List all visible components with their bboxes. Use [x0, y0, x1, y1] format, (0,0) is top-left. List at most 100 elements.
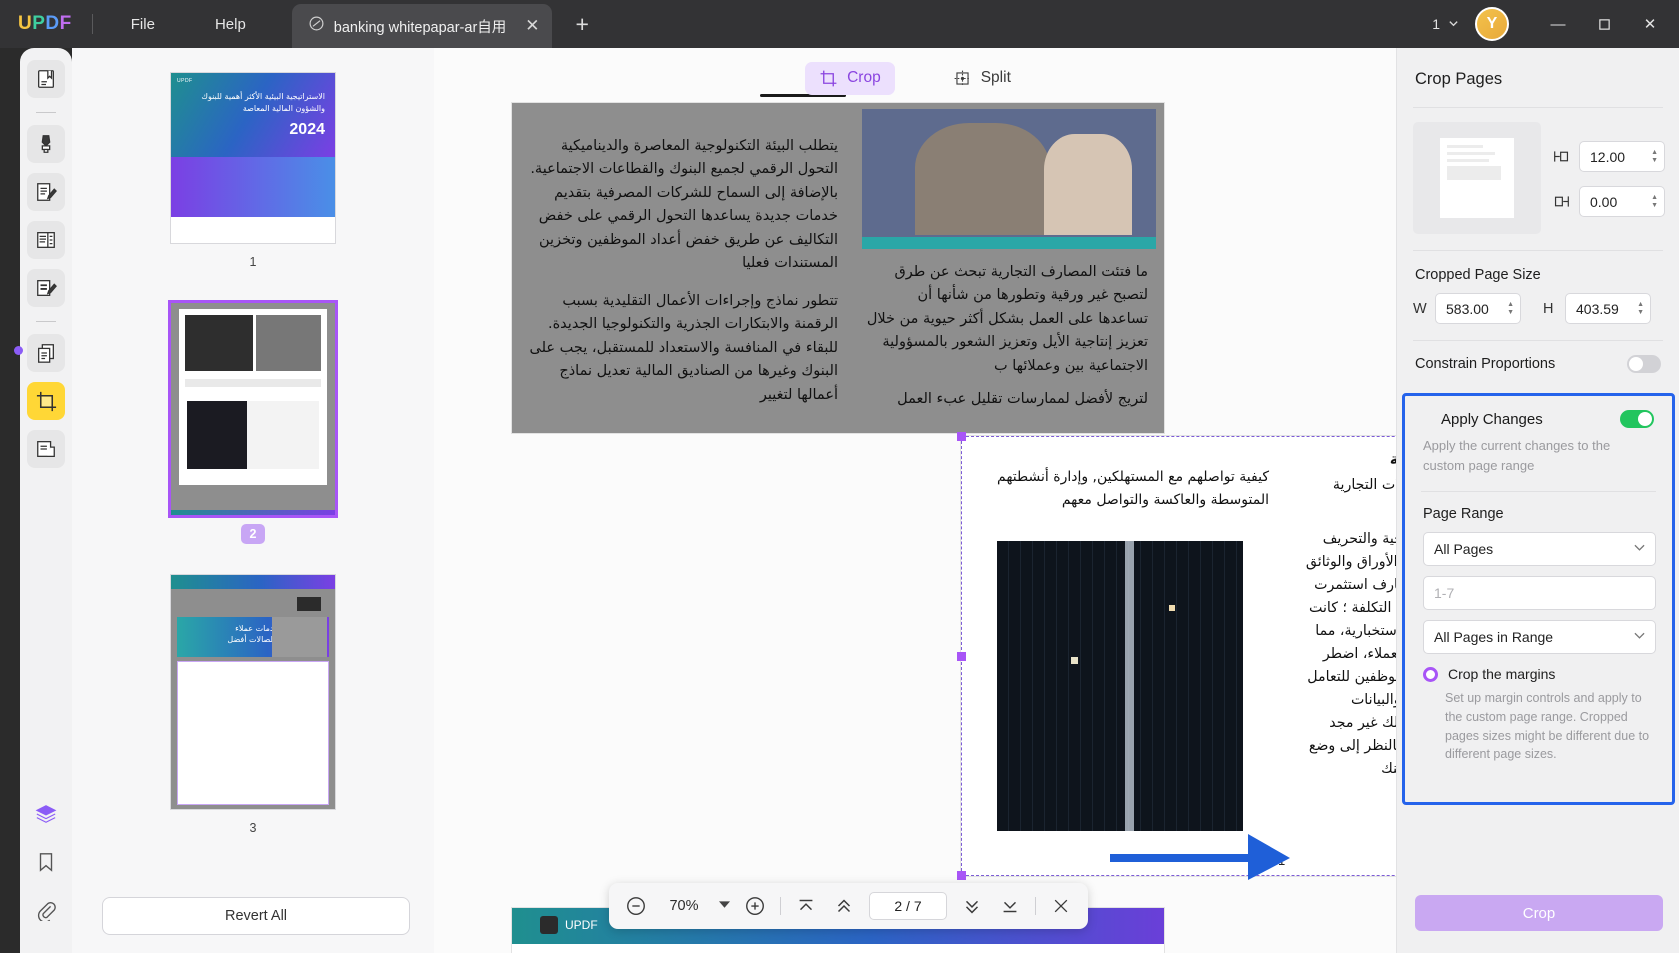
- thumb1-logo: UPDF: [177, 78, 193, 84]
- apply-changes-section: Apply Changes Apply the current changes …: [1402, 393, 1675, 805]
- chevron-down-icon: [1448, 16, 1459, 32]
- tab-split[interactable]: Split: [939, 62, 1025, 95]
- toolbar-separator-1: [780, 897, 781, 915]
- new-tab-button[interactable]: +: [576, 11, 589, 38]
- close-icon[interactable]: [1048, 893, 1074, 919]
- view-mode-selector[interactable]: 1: [1432, 16, 1459, 32]
- thumbnail-item-3[interactable]: خدمات عملاءوالصالات أفضل 3: [72, 560, 434, 838]
- sidebar-item-edit[interactable]: [27, 173, 65, 211]
- radio-button-selected[interactable]: [1423, 667, 1438, 682]
- sidebar-item-attachment[interactable]: [27, 891, 65, 929]
- sidebar-item-crop[interactable]: [27, 382, 65, 420]
- thumbnail-label-2: 2: [241, 524, 266, 544]
- copy-pages-icon: [35, 342, 57, 364]
- prev-left-p2: تتطور نماذج وإجراءات الأعمال التقليدية ب…: [522, 290, 838, 407]
- close-icon[interactable]: ✕: [525, 16, 539, 36]
- thumbnail-panel: UPDF الاستراتيجية البيئية الأكثر أهمية ل…: [72, 48, 434, 953]
- crop-handle-middle-left[interactable]: [957, 652, 966, 661]
- window-close-button[interactable]: ✕: [1627, 0, 1673, 48]
- logo-letter-p: P: [32, 13, 45, 35]
- page-range-select[interactable]: All Pages: [1423, 532, 1656, 566]
- width-stepper[interactable]: ▲▼: [1507, 302, 1514, 316]
- maximize-button[interactable]: [1581, 0, 1627, 48]
- next-page-logo: UPDF: [565, 918, 598, 932]
- logo-letter-d: D: [45, 13, 59, 35]
- toolbar-separator-2: [1035, 897, 1036, 915]
- thumbnail-page-2[interactable]: [170, 302, 336, 516]
- thumbnail-page-3[interactable]: خدمات عملاءوالصالات أفضل: [170, 574, 336, 810]
- menu-file[interactable]: File: [115, 10, 171, 39]
- margin-right-row: 0.00 ▲▼: [1551, 186, 1665, 217]
- crop-handle-top-left[interactable]: [957, 432, 966, 441]
- constrain-proportions-toggle[interactable]: [1627, 355, 1661, 373]
- thumbnail-item-1[interactable]: UPDF الاستراتيجية البيئية الأكثر أهمية ل…: [72, 58, 434, 272]
- zoom-in-icon[interactable]: [742, 893, 768, 919]
- thumb1-header: UPDF الاستراتيجية البيئية الأكثر أهمية ل…: [171, 73, 335, 157]
- apply-changes-description: Apply the current changes to the custom …: [1405, 428, 1672, 475]
- marker-pen-icon: [35, 133, 57, 155]
- crop-margins-description: Set up margin controls and apply to the …: [1405, 682, 1672, 764]
- tab-crop[interactable]: Crop: [805, 62, 895, 95]
- cropped-size-row: W 583.00 ▲▼ H 403.59 ▲▼: [1397, 283, 1679, 324]
- margin-left-input[interactable]: 12.00 ▲▼: [1579, 141, 1665, 172]
- page-indicator[interactable]: 2 / 7: [869, 892, 947, 920]
- menu-help[interactable]: Help: [199, 10, 262, 39]
- preview-document: [1440, 138, 1514, 218]
- chevron-down-icon[interactable]: [719, 901, 730, 911]
- crop-margins-label: Crop the margins: [1448, 666, 1555, 682]
- document-tab[interactable]: banking whitepapar-ar自用 ✕: [292, 4, 552, 48]
- width-value: 583.00: [1446, 301, 1507, 317]
- tab-split-label: Split: [981, 69, 1011, 87]
- thumbnail-label-1: 1: [241, 252, 266, 272]
- sidebar-item-bookmark[interactable]: [27, 843, 65, 881]
- crop-selection-box[interactable]: [961, 436, 1396, 876]
- prev-page-col-left: يتطلب البيئة التكنولوجية المعاصرة والدين…: [512, 121, 854, 407]
- crop-margins-radio-row[interactable]: Crop the margins: [1405, 654, 1672, 682]
- height-value: 403.59: [1576, 301, 1637, 317]
- thumbnail-list[interactable]: UPDF الاستراتيجية البيئية الأكثر أهمية ل…: [72, 58, 434, 879]
- book-reader-icon: [35, 68, 57, 90]
- page-subset-select[interactable]: All Pages in Range: [1423, 620, 1656, 654]
- stepper-arrows[interactable]: ▲▼: [1651, 150, 1658, 164]
- last-page-icon[interactable]: [997, 893, 1023, 919]
- page-range-input[interactable]: 1-7: [1423, 576, 1656, 610]
- page-range-value: All Pages: [1434, 541, 1634, 557]
- sidebar-item-highlight[interactable]: [27, 125, 65, 163]
- bookmark-icon: [35, 851, 57, 873]
- minimize-button[interactable]: —: [1535, 0, 1581, 48]
- height-stepper[interactable]: ▲▼: [1637, 302, 1644, 316]
- crop-preview-row: 12.00 ▲▼ 0.00 ▲▼: [1397, 108, 1679, 234]
- revert-all-button[interactable]: Revert All: [102, 897, 410, 935]
- crop-icon: [35, 390, 58, 413]
- crop-button[interactable]: Crop: [1415, 895, 1663, 931]
- crop-pages-panel: Crop Pages 12.00 ▲▼: [1396, 48, 1679, 953]
- sidebar-item-layers[interactable]: [27, 795, 65, 833]
- sidebar-item-protect[interactable]: [27, 430, 65, 468]
- panel-collapse-handle[interactable]: [14, 346, 23, 355]
- crop-handle-bottom-left[interactable]: [957, 871, 966, 880]
- rail-separator: [36, 112, 56, 113]
- thumbnail-page-1[interactable]: UPDF الاستراتيجية البيئية الأكثر أهمية ل…: [170, 72, 336, 244]
- prev-page-icon[interactable]: [831, 893, 857, 919]
- avatar[interactable]: Y: [1475, 7, 1509, 41]
- sidebar-item-annotate[interactable]: [27, 269, 65, 307]
- height-input[interactable]: 403.59 ▲▼: [1565, 293, 1651, 324]
- next-page-icon[interactable]: [959, 893, 985, 919]
- protect-icon: [35, 438, 57, 460]
- margin-left-row: 12.00 ▲▼: [1551, 141, 1665, 172]
- margin-right-input[interactable]: 0.00 ▲▼: [1579, 186, 1665, 217]
- sidebar-item-organize[interactable]: [27, 221, 65, 259]
- width-input[interactable]: 583.00 ▲▼: [1435, 293, 1521, 324]
- page-layout-icon: [35, 229, 57, 251]
- zoom-level-value[interactable]: 70%: [661, 898, 707, 914]
- zoom-out-icon[interactable]: [623, 893, 649, 919]
- thumb1-year: 2024: [289, 121, 325, 139]
- thumbnail-item-2[interactable]: 2: [72, 288, 434, 544]
- pdf-file-icon: [308, 15, 325, 37]
- sidebar-item-pages[interactable]: [27, 334, 65, 372]
- first-page-icon[interactable]: [793, 893, 819, 919]
- stepper-arrows-2[interactable]: ▲▼: [1651, 195, 1658, 209]
- sidebar-item-reader[interactable]: [27, 60, 65, 98]
- apply-changes-title: Apply Changes: [1423, 411, 1543, 428]
- apply-changes-toggle[interactable]: [1620, 410, 1654, 428]
